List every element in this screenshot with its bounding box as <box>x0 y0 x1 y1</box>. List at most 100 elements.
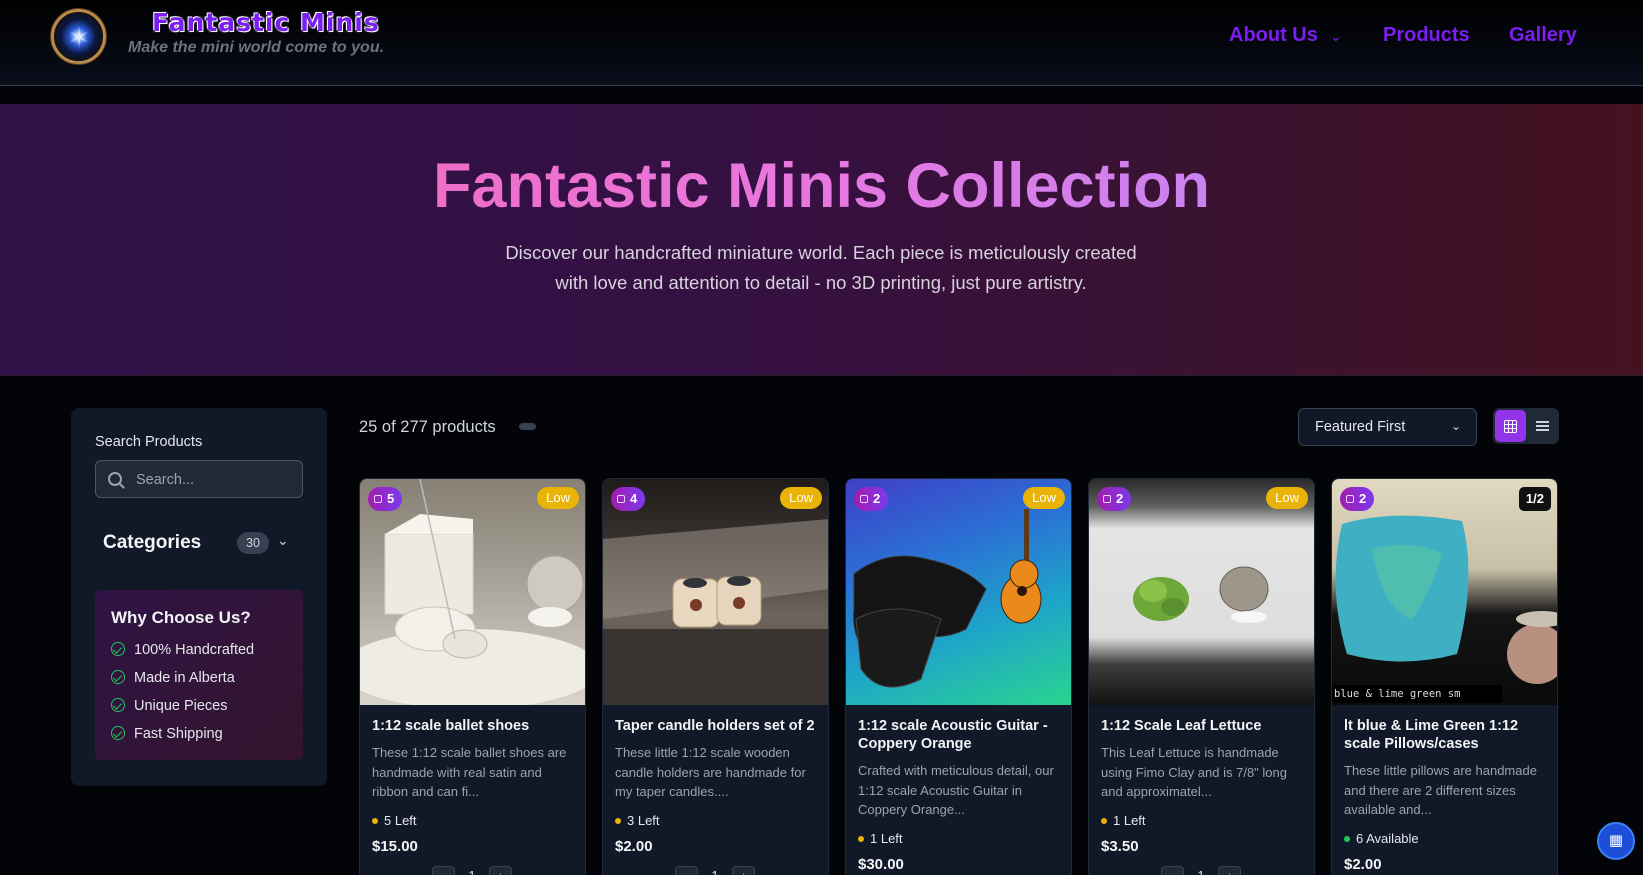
chevron-down-icon[interactable]: ⌄ <box>277 532 289 549</box>
product-image[interactable]: 2 Low <box>846 479 1071 705</box>
why-item: Unique Pieces <box>111 698 228 714</box>
low-stock-badge: Low <box>780 487 822 509</box>
search-icon <box>108 472 122 486</box>
categories-title[interactable]: Categories <box>103 532 201 554</box>
search-label: Search Products <box>95 434 203 450</box>
chevron-down-icon[interactable]: ⌄ <box>1330 28 1342 45</box>
product-price: $15.00 <box>372 838 418 855</box>
sort-select[interactable]: Featured First ⌄ <box>1298 408 1477 446</box>
nav-gallery[interactable]: Gallery <box>1509 24 1577 47</box>
chart-widget-button[interactable]: ▦ <box>1597 822 1635 860</box>
stock-dot <box>1344 836 1350 842</box>
low-stock-badge: Low <box>537 487 579 509</box>
increment-button[interactable]: + <box>489 866 512 875</box>
product-description: This Leaf Lettuce is handmade using Fimo… <box>1101 745 1287 799</box>
grid-view-button[interactable] <box>1495 410 1526 442</box>
grid-icon <box>1504 419 1517 433</box>
brand-tagline: Make the mini world come to you. <box>128 39 385 56</box>
search-field[interactable] <box>95 460 303 498</box>
why-title: Why Choose Us? <box>111 608 251 627</box>
chevron-down-icon: ⌄ <box>1451 419 1462 433</box>
stock-status: 6 Available <box>1344 831 1419 846</box>
brand-title[interactable]: Fantastic Minis <box>152 8 380 37</box>
stock-status: 5 Left <box>372 813 417 828</box>
product-title[interactable]: 1:12 scale ballet shoes <box>372 717 577 735</box>
sort-selected-value: Featured First <box>1315 419 1406 435</box>
quantity-value: 1 <box>705 868 725 875</box>
hero-subtitle: Discover our handcrafted miniature world… <box>505 242 1137 293</box>
product-card[interactable]: blue & lime green sm pillow 2 1/2 lt blu… <box>1331 478 1558 875</box>
product-description: These little pillows are handmade and th… <box>1344 763 1537 817</box>
image-icon <box>374 495 382 503</box>
stock-dot <box>1101 818 1107 824</box>
quantity-stepper: − 1 + <box>1161 866 1241 875</box>
why-item: Made in Alberta <box>111 670 235 686</box>
product-price: $30.00 <box>858 856 904 873</box>
product-image[interactable]: 4 Low <box>603 479 828 705</box>
increment-button[interactable]: + <box>732 866 755 875</box>
image-icon <box>860 495 868 503</box>
product-image[interactable]: 2 Low <box>1089 479 1314 705</box>
image-caption: blue & lime green sm pillow <box>1332 685 1502 703</box>
product-title[interactable]: 1:12 Scale Leaf Lettuce <box>1101 717 1306 735</box>
product-price: $2.00 <box>615 838 653 855</box>
image-count-badge: 2 <box>854 487 889 511</box>
image-page-indicator: 1/2 <box>1518 487 1551 511</box>
stock-dot <box>858 836 864 842</box>
product-title[interactable]: Taper candle holders set of 2 <box>615 717 820 735</box>
image-count-badge: 4 <box>611 487 646 511</box>
filters-sidebar: Search Products Categories 30 ⌄ Why Choo… <box>71 408 327 786</box>
nav-products[interactable]: Products <box>1383 24 1470 47</box>
image-count-badge: 2 <box>1097 487 1132 511</box>
product-price: $2.00 <box>1344 856 1382 873</box>
product-card[interactable]: 2 Low 1:12 scale Acoustic Guitar - Coppe… <box>845 478 1072 875</box>
quantity-stepper: − 1 + <box>432 866 512 875</box>
stock-status: 1 Left <box>858 831 903 846</box>
product-description: Crafted with meticulous detail, our 1:12… <box>858 763 1054 817</box>
why-choose-us-panel: Why Choose Us? 100% Handcrafted Made in … <box>95 590 303 760</box>
stock-status: 3 Left <box>615 813 660 828</box>
product-image[interactable]: 5 Low <box>360 479 585 705</box>
decrement-button[interactable]: − <box>675 866 698 875</box>
nav-about-us[interactable]: About Us <box>1229 24 1318 47</box>
image-icon <box>1103 495 1111 503</box>
why-item: 100% Handcrafted <box>111 642 254 658</box>
image-icon <box>1346 495 1354 503</box>
check-circle-icon <box>111 698 125 712</box>
brand-logo[interactable] <box>51 9 106 64</box>
check-circle-icon <box>111 642 125 656</box>
why-item: Fast Shipping <box>111 726 223 742</box>
product-card[interactable]: 2 Low 1:12 Scale Leaf Lettuce This Leaf … <box>1088 478 1315 875</box>
stock-dot <box>372 818 378 824</box>
list-view-button[interactable] <box>1528 410 1557 442</box>
stock-status: 1 Left <box>1101 813 1146 828</box>
image-count-badge: 5 <box>368 487 403 511</box>
search-input[interactable] <box>136 470 296 490</box>
product-card[interactable]: 5 Low 1:12 scale ballet shoes These 1:12… <box>359 478 586 875</box>
stock-dot <box>615 818 621 824</box>
loading-indicator <box>519 423 536 430</box>
product-title[interactable]: lt blue & Lime Green 1:12 scale Pillows/… <box>1344 717 1549 753</box>
list-icon <box>1536 421 1549 431</box>
site-header: Fantastic Minis Make the mini world come… <box>0 0 1643 86</box>
product-description: These little 1:12 scale wooden candle ho… <box>615 745 806 799</box>
product-description: These 1:12 scale ballet shoes are handma… <box>372 745 567 799</box>
low-stock-badge: Low <box>1023 487 1065 509</box>
image-icon <box>617 495 625 503</box>
check-circle-icon <box>111 670 125 684</box>
decrement-button[interactable]: − <box>432 866 455 875</box>
decrement-button[interactable]: − <box>1161 866 1184 875</box>
quantity-value: 1 <box>462 868 482 875</box>
quantity-stepper: − 1 + <box>675 866 755 875</box>
hero-title: Fantastic Minis Collection <box>432 151 1211 221</box>
product-count: 25 of 277 products <box>359 418 496 436</box>
product-card[interactable]: 4 Low Taper candle holders set of 2 Thes… <box>602 478 829 875</box>
view-toggle <box>1493 408 1559 444</box>
low-stock-badge: Low <box>1266 487 1308 509</box>
increment-button[interactable]: + <box>1218 866 1241 875</box>
product-price: $3.50 <box>1101 838 1139 855</box>
product-title[interactable]: 1:12 scale Acoustic Guitar - Coppery Ora… <box>858 717 1063 753</box>
image-count-badge: 2 <box>1340 487 1375 511</box>
product-image[interactable]: blue & lime green sm pillow 2 1/2 <box>1332 479 1557 705</box>
categories-count-badge: 30 <box>237 532 269 554</box>
